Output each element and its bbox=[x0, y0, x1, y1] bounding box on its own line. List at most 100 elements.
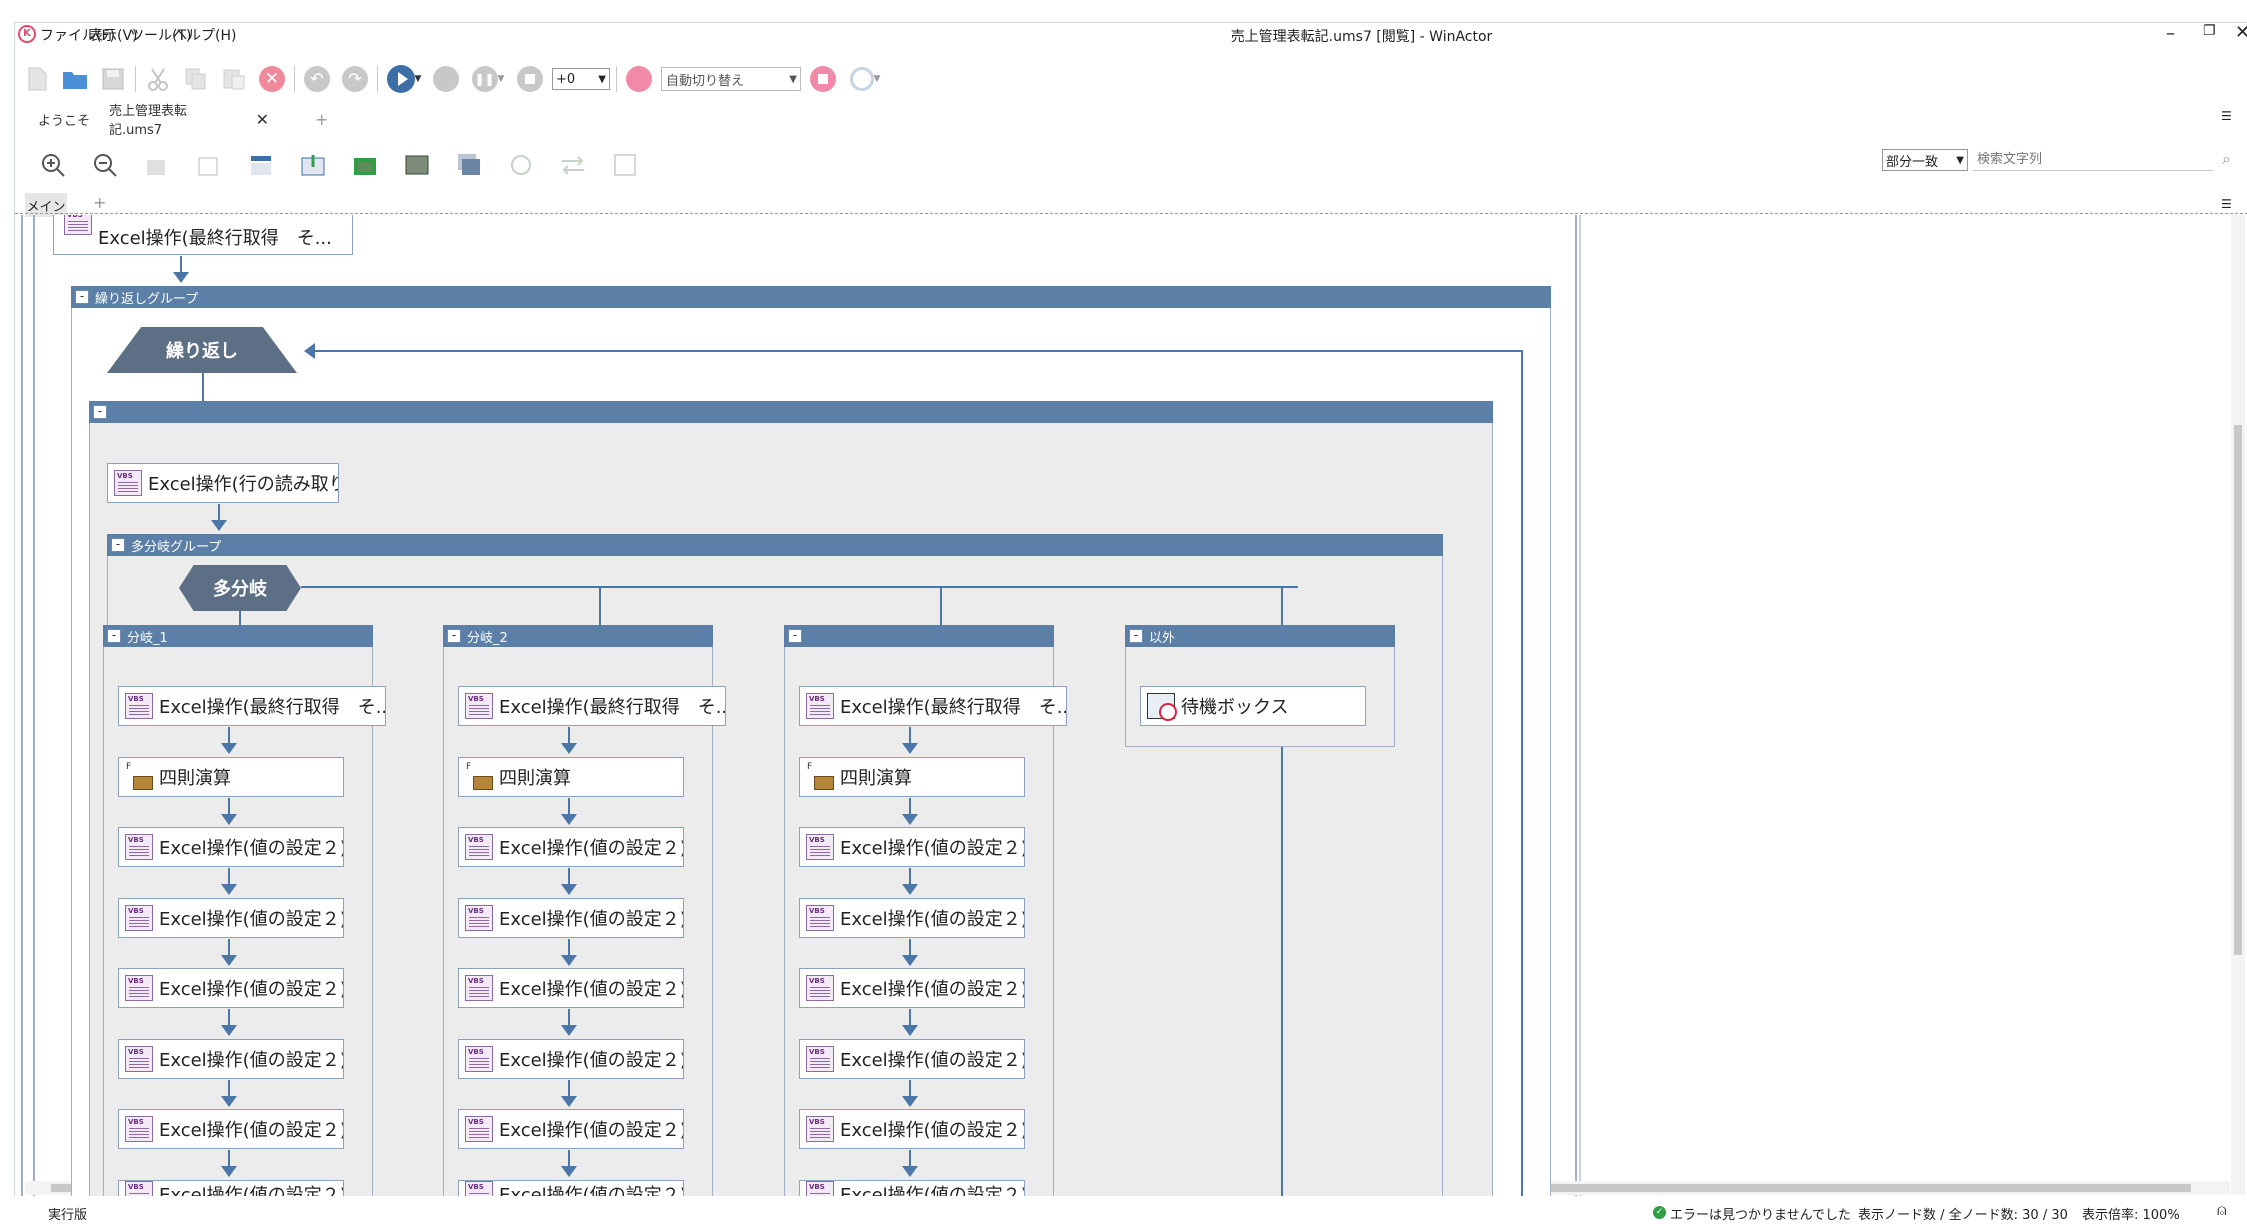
search-mode-select[interactable]: 部分一致 ▼ bbox=[1882, 149, 1968, 171]
save-icon[interactable] bbox=[97, 63, 129, 95]
zoom-in-icon[interactable] bbox=[37, 149, 69, 181]
branch-column-header[interactable]: - 以外 bbox=[1125, 625, 1395, 647]
vbs-icon bbox=[125, 834, 153, 860]
node-label: Excel操作(最終行取得 そ... bbox=[499, 697, 726, 718]
close-icon[interactable]: ✕ bbox=[2235, 22, 2247, 43]
tab-menu-icon[interactable]: ☰ bbox=[2221, 109, 2232, 123]
window-icon[interactable] bbox=[401, 149, 433, 181]
loop-group-header[interactable]: - 繰り返しグループ bbox=[71, 286, 1551, 308]
collapse-toggle-icon[interactable]: - bbox=[107, 629, 121, 643]
run-icon[interactable]: ▼ bbox=[384, 63, 424, 95]
flow-node-arithmetic[interactable]: 四則演算 bbox=[799, 756, 1025, 797]
flow-node-excel-set-value[interactable]: Excel操作(値の設定２) bbox=[458, 897, 684, 938]
open-folder-icon[interactable] bbox=[59, 63, 91, 95]
redo-icon[interactable]: ↷ bbox=[339, 63, 371, 95]
flow-node-excel-set-value[interactable]: Excel操作(値の設定２) bbox=[118, 1179, 344, 1198]
tab-welcome[interactable]: ようこそ bbox=[38, 103, 98, 135]
vbs-icon bbox=[465, 834, 493, 860]
undo-icon[interactable]: ↶ bbox=[301, 63, 333, 95]
collapse-toggle-icon[interactable]: - bbox=[447, 629, 461, 643]
flow-node-arithmetic[interactable]: 四則演算 bbox=[118, 756, 344, 797]
flow-node-excel-set-value[interactable]: Excel操作(値の設定２) bbox=[118, 827, 344, 867]
node-label: Excel操作(値の設定２) bbox=[159, 1120, 344, 1141]
new-file-icon[interactable] bbox=[21, 63, 53, 95]
flow-node-excel-set-value[interactable]: Excel操作(値の設定２) bbox=[458, 1038, 684, 1079]
flow-node-excel-set-value[interactable]: Excel操作(値の設定２) bbox=[118, 1109, 344, 1149]
flow-node-wait-box[interactable]: 待機ボックス bbox=[1140, 686, 1366, 726]
multi-branch-shape[interactable]: 多分岐 bbox=[179, 565, 301, 611]
arrow-down-icon bbox=[561, 884, 577, 895]
node-label: Excel操作(値の設定２) bbox=[840, 838, 1025, 859]
copy-icon[interactable] bbox=[180, 63, 212, 95]
flow-node-excel-last-row[interactable]: Excel操作(最終行取得 そ... bbox=[53, 215, 353, 255]
capture-icon[interactable] bbox=[609, 149, 641, 181]
flow-node-excel-set-value[interactable]: Excel操作(値の設定２) bbox=[458, 1109, 684, 1149]
step-icon[interactable] bbox=[430, 63, 462, 95]
cut-icon[interactable] bbox=[142, 63, 174, 95]
node-label: Excel操作(値の設定２) bbox=[159, 838, 344, 859]
target-icon[interactable]: ▼ bbox=[845, 63, 885, 95]
restore-icon[interactable]: ❐ bbox=[2203, 23, 2216, 39]
export-icon[interactable] bbox=[297, 149, 329, 181]
flow-node-excel-set-value[interactable]: Excel操作(値の設定２) bbox=[118, 1038, 344, 1079]
add-subtab-icon[interactable]: + bbox=[93, 193, 106, 212]
flow-node-excel-set-value[interactable]: Excel操作(値の設定２) bbox=[799, 1179, 1025, 1198]
zoom-out-icon[interactable] bbox=[89, 149, 121, 181]
flow-node-excel-set-value[interactable]: Excel操作(値の設定２) bbox=[118, 897, 344, 938]
flow-node-excel-last-row[interactable]: Excel操作(最終行取得 そ... bbox=[118, 686, 386, 726]
flow-node-excel-last-row[interactable]: Excel操作(最終行取得 そ... bbox=[799, 686, 1067, 726]
mode-select[interactable]: 自動切り替え ▼ bbox=[661, 67, 801, 91]
stop-icon[interactable] bbox=[514, 63, 546, 95]
collapse-toggle-icon[interactable]: - bbox=[93, 405, 107, 419]
flow-node-excel-set-value[interactable]: Excel操作(値の設定２) bbox=[458, 827, 684, 867]
record-stop-icon[interactable] bbox=[807, 63, 839, 95]
record-icon[interactable] bbox=[623, 63, 655, 95]
branch-column-header[interactable]: - 分岐_2 bbox=[443, 625, 713, 647]
swap-icon[interactable] bbox=[557, 149, 589, 181]
search-input[interactable] bbox=[1973, 149, 2213, 171]
branch-column-header[interactable]: - bbox=[784, 625, 1054, 647]
subtab-menu-icon[interactable]: ☰ bbox=[2221, 197, 2232, 211]
flow-node-excel-set-value[interactable]: Excel操作(値の設定２) bbox=[799, 1038, 1025, 1079]
speed-select[interactable]: +0 ▼ bbox=[552, 68, 610, 90]
bell-icon[interactable]: ⍝ bbox=[2217, 1200, 2227, 1220]
collapse-toggle-icon[interactable]: - bbox=[788, 629, 802, 643]
delete-icon[interactable]: ✕ bbox=[256, 63, 288, 95]
close-tab-icon[interactable]: ✕ bbox=[256, 110, 269, 129]
import-icon[interactable] bbox=[349, 149, 381, 181]
flow-node-excel-set-value[interactable]: Excel操作(値の設定２) bbox=[799, 1109, 1025, 1149]
pause-icon[interactable]: ❚❚ ▼ bbox=[468, 63, 508, 95]
check-icon: ✓ bbox=[1653, 1206, 1666, 1219]
collapse-toggle-icon[interactable]: - bbox=[75, 290, 89, 304]
branch-group-header[interactable]: - 多分岐グループ bbox=[107, 534, 1443, 556]
branch-column-header[interactable]: - 分岐_1 bbox=[103, 625, 373, 647]
scrollbar-thumb[interactable] bbox=[2234, 425, 2242, 955]
flow-node-excel-set-value[interactable]: Excel操作(値の設定２) bbox=[118, 968, 344, 1008]
windows-icon[interactable] bbox=[453, 149, 485, 181]
arrow-down-icon bbox=[221, 1025, 237, 1036]
add-node-icon[interactable] bbox=[505, 149, 537, 181]
flow-node-excel-set-value[interactable]: Excel操作(値の設定２) bbox=[799, 897, 1025, 938]
add-tab-icon[interactable]: + bbox=[315, 103, 328, 135]
search-icon[interactable]: ⌕ bbox=[2222, 149, 2231, 169]
flow-node-excel-set-value[interactable]: Excel操作(値の設定２) bbox=[799, 827, 1025, 867]
node-label: Excel操作(最終行取得 そ... bbox=[159, 697, 386, 718]
vertical-scrollbar[interactable] bbox=[2231, 215, 2245, 1195]
group-icon[interactable] bbox=[245, 149, 277, 181]
tab-file[interactable]: 売上管理表転記.ums7 ✕ bbox=[99, 103, 269, 138]
flow-node-excel-read-row[interactable]: Excel操作(行の読み取り) bbox=[107, 463, 339, 503]
flow-node-excel-set-value[interactable]: Excel操作(値の設定２) bbox=[799, 968, 1025, 1008]
vbs-icon bbox=[806, 1045, 834, 1072]
minimize-icon[interactable]: – bbox=[2166, 23, 2175, 44]
expand-icon[interactable] bbox=[141, 149, 173, 181]
inner-group-header[interactable]: - bbox=[89, 401, 1493, 423]
flow-node-excel-set-value[interactable]: Excel操作(値の設定２) bbox=[458, 968, 684, 1008]
collapse-toggle-icon[interactable]: - bbox=[1129, 629, 1143, 643]
flow-node-arithmetic[interactable]: 四則演算 bbox=[458, 756, 684, 797]
paste-icon[interactable] bbox=[218, 63, 250, 95]
collapse-icon[interactable] bbox=[193, 149, 225, 181]
flow-node-excel-set-value[interactable]: Excel操作(値の設定２) bbox=[458, 1179, 684, 1198]
node-label: Excel操作(値の設定２) bbox=[840, 1120, 1025, 1141]
collapse-toggle-icon[interactable]: - bbox=[111, 538, 125, 552]
flow-node-excel-last-row[interactable]: Excel操作(最終行取得 そ... bbox=[458, 686, 726, 726]
